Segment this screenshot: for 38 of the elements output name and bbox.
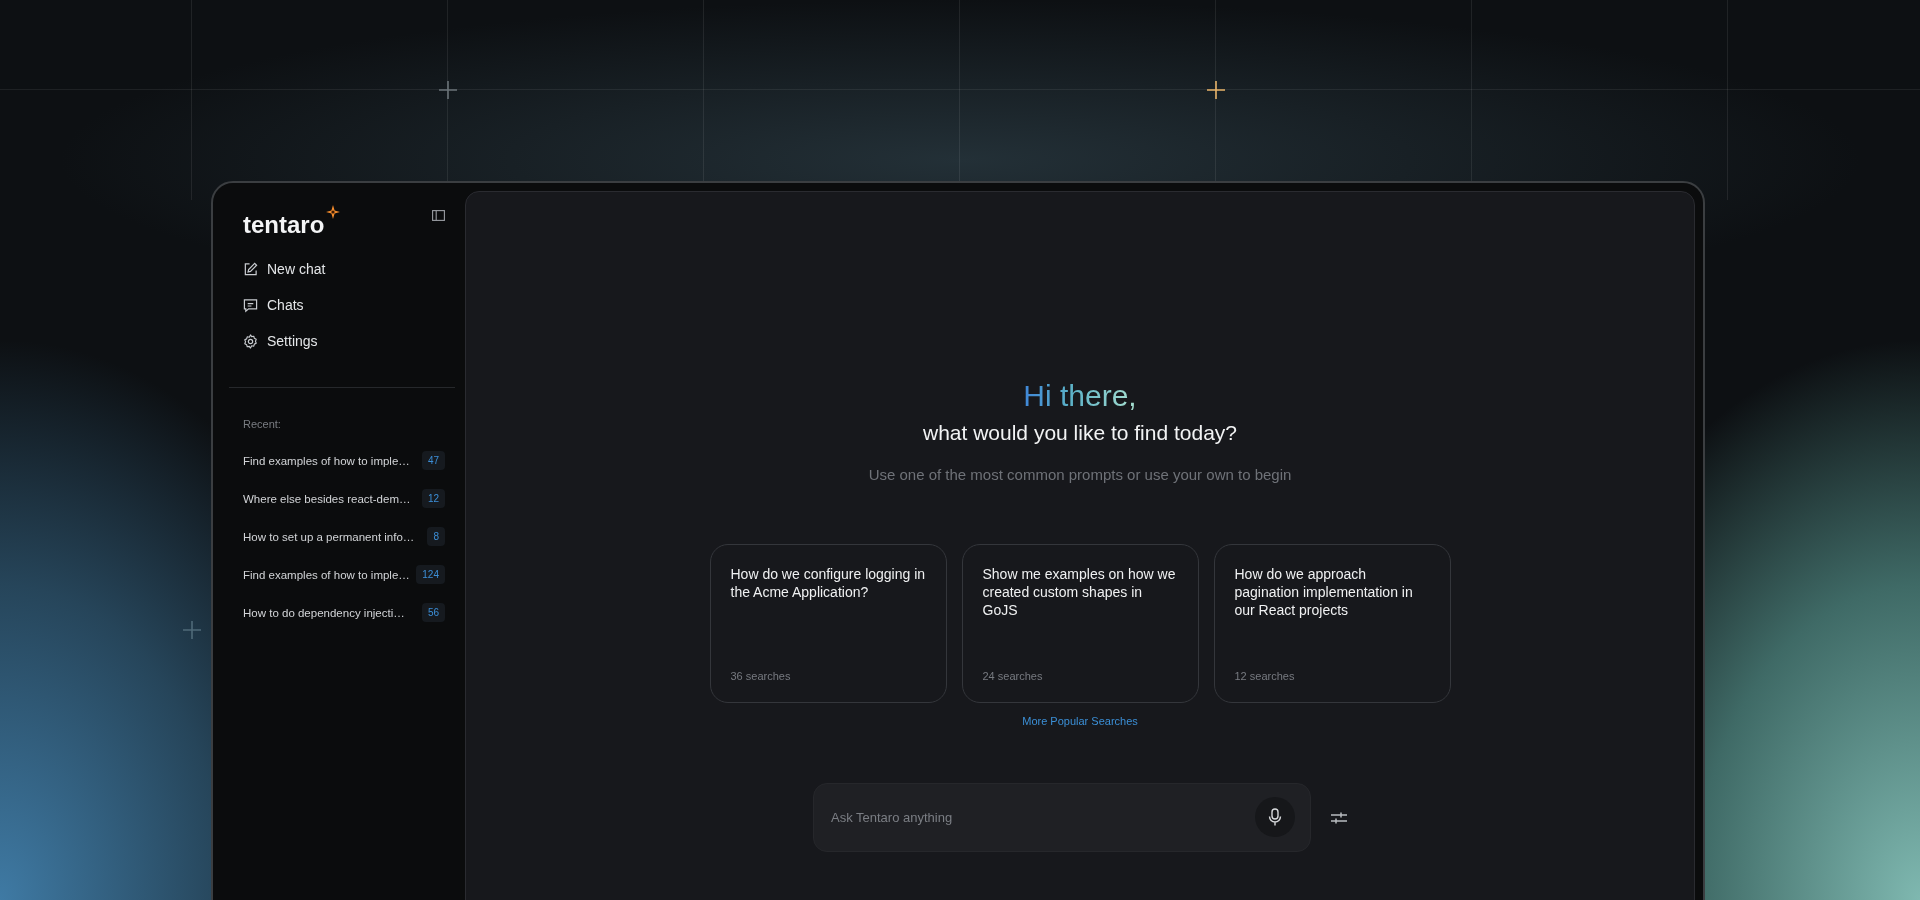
settings-icon [243,333,258,349]
prompt-text: Show me examples on how we created custom shapes in GoJS [982,565,1177,619]
chat-icon [243,297,258,313]
count-badge: 12 [421,489,445,508]
edit-icon [243,261,258,277]
nav-item[interactable]: Chats [243,293,304,317]
count-badge: 124 [416,565,445,584]
recent-chat-link[interactable]: How to set up a permanent info… [243,530,415,543]
search-count: 12 searches [1234,670,1295,682]
more-searches-link[interactable]: More Popular Searches [1022,715,1138,727]
recent-chat-link[interactable]: Find examples of how to imple… [243,454,410,467]
count-badge: 8 [427,527,445,546]
count-badge: 47 [421,451,445,470]
recent-chat-link[interactable]: How to do dependency injecti… [243,606,405,619]
plus-icon [439,81,457,99]
recent-chat-link[interactable]: Find examples of how to imple… [243,568,410,581]
logo-text: tentaro [243,211,325,239]
section-heading: Recent: [243,418,282,430]
plus-icon [183,621,201,639]
nav-item[interactable]: Settings [243,329,318,353]
hint-text: Use one of the most common prompts or use your own to begin [868,466,1292,483]
prompt-card[interactable]: Show me examples on how we created custom shapes in GoJS 24 searches [961,544,1199,703]
microphone-icon [1268,808,1282,826]
search-count: 24 searches [982,670,1043,682]
sidebar-toggle-icon[interactable] [432,210,445,221]
sparkle-icon [326,205,341,219]
sliders-icon[interactable] [1331,810,1347,825]
recent-chat-link[interactable]: Where else besides react-dem… [243,492,411,505]
search-count: 36 searches [730,670,791,682]
plus-icon [1207,81,1225,99]
nav-item[interactable]: New chat [243,257,326,281]
prompt-card[interactable]: How do we approach pagination implementation in our React projects 12 searches [1213,544,1451,703]
subheading: what would you like to find today? [923,420,1237,446]
prompt-text: How do we approach pagination implementation in our React projects [1234,565,1414,619]
count-badge: 56 [421,603,445,622]
search-field[interactable]: Ask Tentaro anything [813,783,1311,852]
prompt-text: How do we configure logging in the Acme Application? [730,565,926,601]
prompt-card[interactable]: How do we configure logging in the Acme Application? 36 searches [709,544,947,703]
